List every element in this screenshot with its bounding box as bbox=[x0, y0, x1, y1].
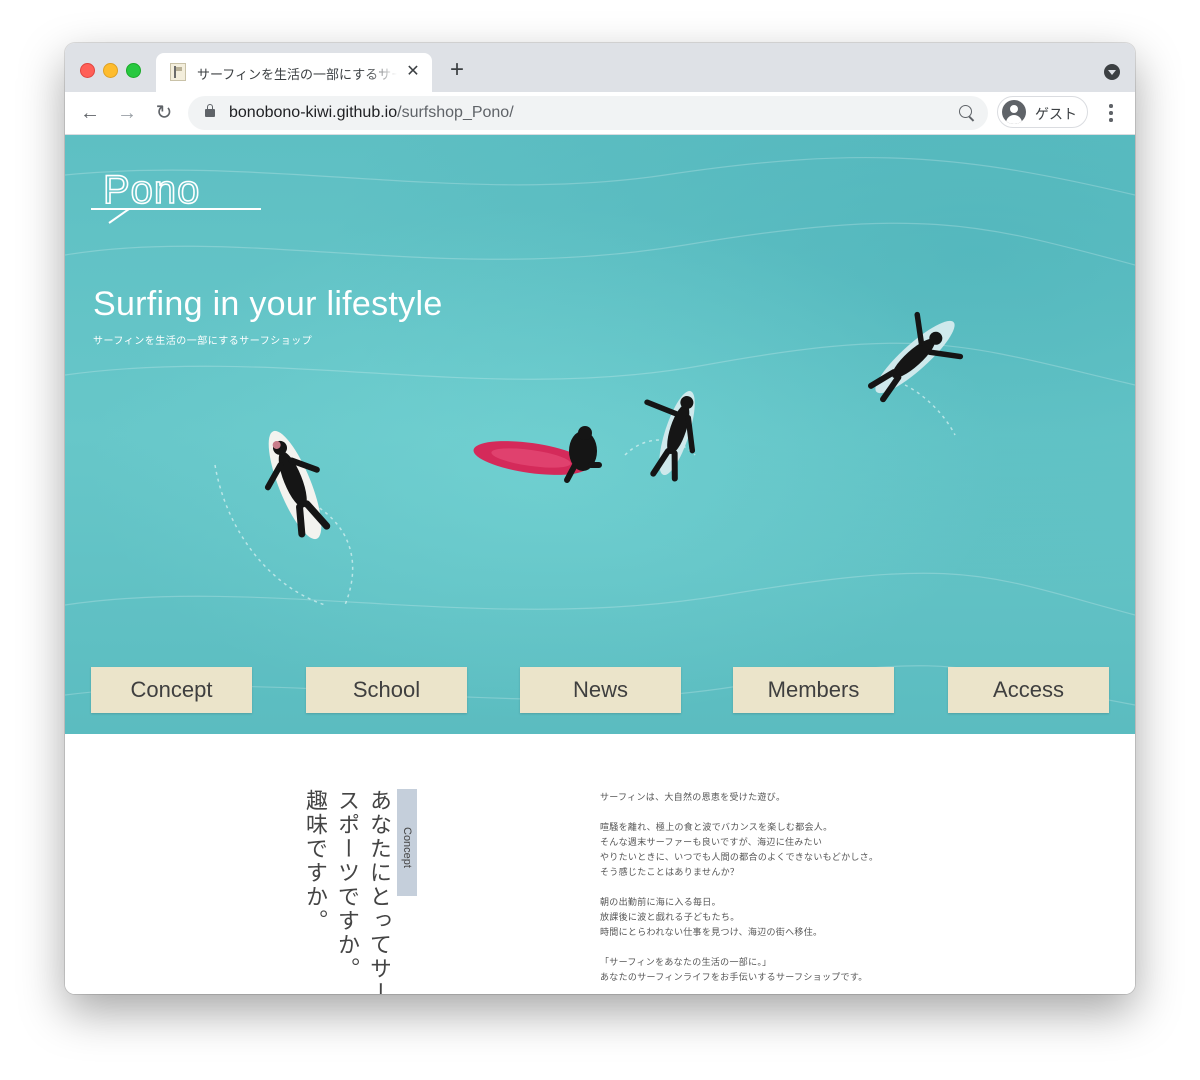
concept-heading-line: あなたにとってサーフ bbox=[367, 789, 392, 994]
tab-strip: サーフィンを生活の一部にするサーフショップ ✕ + bbox=[65, 43, 1135, 92]
pono-logo[interactable]: Pono bbox=[91, 169, 263, 229]
surfer-right bbox=[868, 311, 964, 403]
concept-section: Concept あなたにとってサーフ スポーツですか。 趣味ですか。 サーフィンは、… bbox=[65, 734, 1135, 994]
browser-toolbar: ← → ↻ bonobono-kiwi.github.io/surfshop_P… bbox=[65, 92, 1135, 135]
close-window-button[interactable] bbox=[80, 63, 95, 78]
surfer-red-board bbox=[473, 426, 602, 483]
concept-label: Concept bbox=[397, 789, 417, 896]
concept-line: 朝の出勤前に海に入る毎日。 bbox=[600, 897, 721, 907]
concept-line: 喧騒を離れ、極上の食と波でバカンスを楽しむ都会人。 bbox=[600, 822, 833, 832]
hero-heading: Surfing in your lifestyle bbox=[93, 285, 443, 323]
lock-icon[interactable] bbox=[205, 104, 215, 117]
nav-school-button[interactable]: School bbox=[306, 667, 467, 713]
zoom-icon[interactable] bbox=[959, 105, 972, 118]
nav-access-button[interactable]: Access bbox=[948, 667, 1109, 713]
avatar-icon bbox=[1002, 100, 1026, 124]
hero-subheading: サーフィンを生活の一部にするサーフショップ bbox=[93, 336, 313, 347]
concept-line: サーフィンは、大自然の恩恵を受けた遊び。 bbox=[600, 792, 786, 802]
url-path: /surfshop_Pono/ bbox=[397, 104, 514, 121]
tab-title: サーフィンを生活の一部にするサーフショップ bbox=[197, 67, 397, 82]
url-host: bonobono-kiwi.github.io bbox=[229, 104, 398, 121]
nav-concept-button[interactable]: Concept bbox=[91, 667, 252, 713]
favicon-icon bbox=[170, 63, 186, 81]
url-text[interactable]: bonobono-kiwi.github.io/surfshop_Pono/ bbox=[229, 104, 514, 122]
close-icon[interactable]: ✕ bbox=[404, 63, 422, 81]
concept-line: 時間にとらわれない仕事を見つけ、海辺の街へ移住。 bbox=[600, 927, 823, 937]
active-tab[interactable]: サーフィンを生活の一部にするサーフショップ ✕ bbox=[156, 53, 432, 92]
profile-button[interactable]: ゲスト bbox=[997, 96, 1088, 128]
concept-heading-line: 趣味ですか。 bbox=[303, 789, 328, 933]
nav-members-button[interactable]: Members bbox=[733, 667, 894, 713]
hero-section: Pono Surfing in your lifestyle サーフィンを生活の… bbox=[65, 135, 1135, 734]
nav-news-button[interactable]: News bbox=[520, 667, 681, 713]
concept-line: 「サーフィンをあなたの生活の一部に。」 bbox=[600, 957, 772, 967]
concept-heading: あなたにとってサーフ スポーツですか。 趣味ですか。 bbox=[299, 789, 395, 994]
concept-line: あなたのサーフィンライフをお手伝いするサーフショップです。 bbox=[600, 972, 868, 982]
surfer-left bbox=[264, 430, 331, 540]
logo-text: Pono bbox=[103, 169, 200, 212]
concept-line: そう感じたことはありませんか？ bbox=[600, 867, 740, 877]
concept-line: そんな週末サーファーも良いですが、海辺に住みたい bbox=[600, 837, 823, 847]
page-viewport: Pono Surfing in your lifestyle サーフィンを生活の… bbox=[65, 135, 1135, 994]
surfer-center bbox=[644, 390, 696, 482]
new-tab-button[interactable]: + bbox=[445, 58, 469, 83]
back-button[interactable]: ← bbox=[77, 100, 103, 126]
browser-window: サーフィンを生活の一部にするサーフショップ ✕ + ← → ↻ bonobono… bbox=[65, 43, 1135, 994]
profile-label: ゲスト bbox=[1035, 106, 1077, 122]
address-bar[interactable]: bonobono-kiwi.github.io/surfshop_Pono/ bbox=[188, 96, 988, 130]
concept-text: サーフィンは、大自然の恩恵を受けた遊び。 喧騒を離れ、極上の食と波でバカンスを楽… bbox=[600, 790, 878, 985]
concept-line: 放課後に波と戯れる子どもたち。 bbox=[600, 912, 740, 922]
concept-line: やりたいときに、いつでも人間の都合のよくできないもどかしさ。 bbox=[600, 852, 879, 862]
kebab-menu-icon[interactable] bbox=[1103, 101, 1119, 125]
reload-button[interactable]: ↻ bbox=[151, 100, 177, 126]
forward-button[interactable]: → bbox=[114, 100, 140, 126]
minimize-window-button[interactable] bbox=[103, 63, 118, 78]
concept-heading-line: スポーツですか。 bbox=[335, 789, 360, 981]
tab-search-icon[interactable] bbox=[1104, 64, 1120, 80]
maximize-window-button[interactable] bbox=[126, 63, 141, 78]
